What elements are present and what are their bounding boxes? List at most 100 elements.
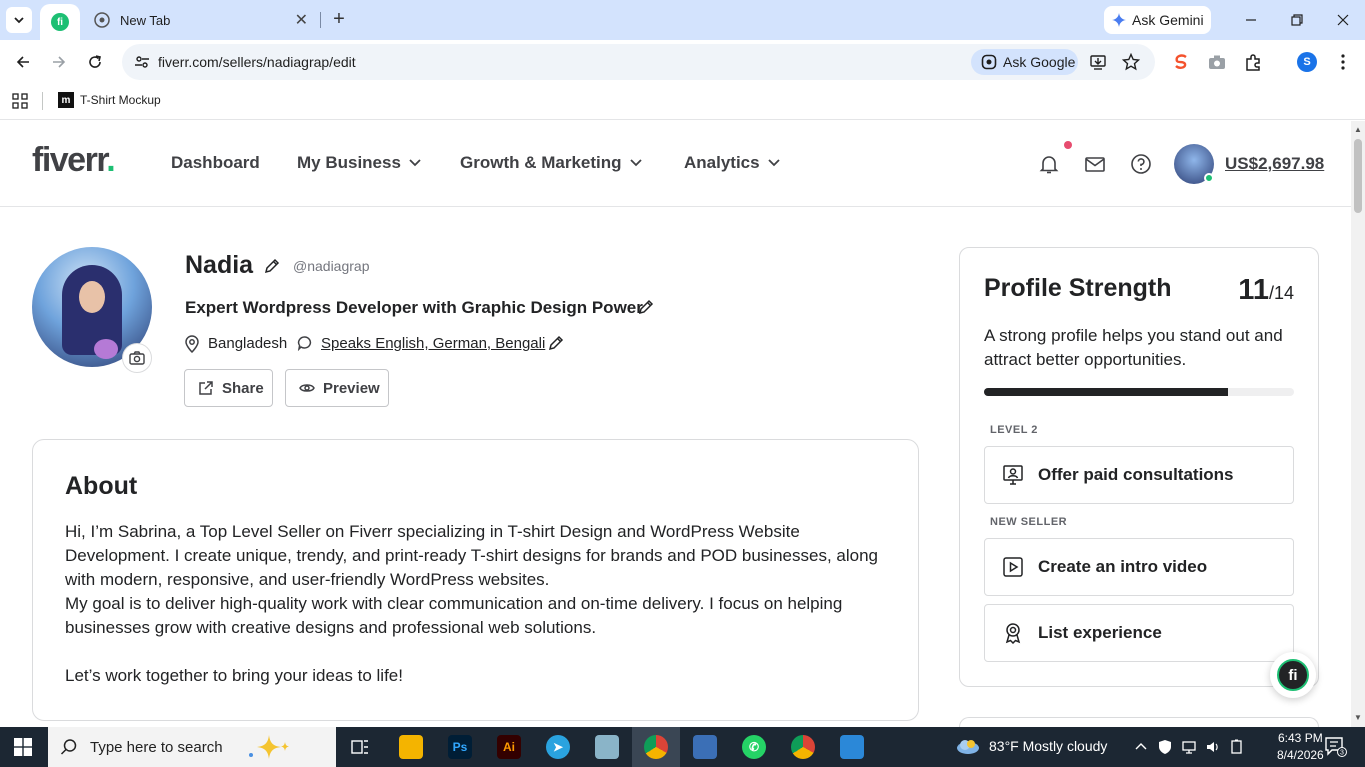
apps-grid-icon[interactable] (12, 93, 28, 109)
tab-fiverr[interactable]: fi (40, 4, 80, 40)
change-photo-button[interactable] (122, 343, 152, 373)
edit-tagline-pencil-icon[interactable] (638, 299, 654, 315)
tab-title: New Tab (120, 12, 171, 28)
new-seller-label: NEW SELLER (990, 516, 1068, 528)
task-list-experience[interactable]: List experience (984, 604, 1294, 662)
weather-widget[interactable]: 83°F Mostly cloudy (955, 737, 1107, 755)
about-paragraph: Hi, I’m Sabrina, a Top Level Seller on F… (65, 522, 878, 589)
site-header: fiverr. Dashboard My Business Growth & M… (0, 121, 1351, 207)
tab-search-button[interactable] (6, 7, 32, 33)
battery-icon[interactable] (1229, 739, 1245, 755)
bell-icon[interactable] (1038, 153, 1060, 175)
share-button[interactable]: Share (184, 369, 273, 407)
award-badge-icon (1005, 623, 1021, 644)
extensions-puzzle-icon[interactable] (1243, 52, 1263, 72)
photos-icon[interactable] (840, 735, 864, 759)
camera-extension-icon[interactable] (1207, 52, 1227, 72)
task-view-icon[interactable] (350, 737, 370, 757)
ask-gemini-label: Ask Gemini (1132, 12, 1204, 28)
windows-taskbar: Type here to search Ps Ai ➤ ✆ 83°F Mostl… (0, 727, 1365, 767)
new-tab-button[interactable]: + (328, 8, 350, 30)
install-app-icon[interactable] (1089, 53, 1107, 71)
balance-link[interactable]: US$2,697.98 (1225, 154, 1324, 174)
url-text[interactable]: fiverr.com/sellers/nadiagrap/edit (158, 54, 356, 70)
illustrator-icon[interactable]: Ai (497, 735, 521, 759)
weather-text: 83°F Mostly cloudy (989, 738, 1108, 754)
preview-button[interactable]: Preview (285, 369, 389, 407)
nav-dashboard[interactable]: Dashboard (171, 153, 260, 173)
taskbar-search[interactable]: Type here to search (48, 727, 336, 767)
nav-my-business[interactable]: My Business (297, 153, 421, 173)
ask-google-button[interactable]: Ask Google (971, 49, 1078, 75)
gemini-star-icon (1112, 13, 1126, 27)
restore-button[interactable] (1285, 8, 1309, 32)
close-tab-icon[interactable]: ✕ (295, 10, 308, 30)
profile-languages-link[interactable]: Speaks English, German, Bengali (321, 335, 545, 352)
page-scrollbar[interactable]: ▲ ▼ (1351, 121, 1365, 727)
profile-name: Nadia (185, 251, 254, 279)
about-paragraph: Let’s work together to bring your ideas … (65, 666, 403, 685)
chevron-down-icon (409, 159, 421, 167)
minimize-icon (1246, 19, 1256, 21)
about-card: About Hi, I’m Sabrina, a Top Level Selle… (32, 439, 919, 721)
scroll-down-arrow-icon[interactable]: ▼ (1354, 713, 1362, 722)
nav-label: My Business (297, 153, 401, 172)
extension-s-icon[interactable] (1171, 52, 1191, 72)
telegram-icon[interactable]: ➤ (546, 735, 570, 759)
chevron-down-icon (14, 17, 24, 24)
chrome-profile-avatar[interactable]: S (1297, 52, 1317, 72)
omnibox[interactable]: fiverr.com/sellers/nadiagrap/edit Ask Go… (122, 44, 1155, 80)
chrome-profile-taskbar-icon[interactable] (791, 735, 815, 759)
scroll-thumb[interactable] (1354, 139, 1362, 213)
whatsapp-icon[interactable]: ✆ (742, 735, 766, 759)
bookmark-star-icon[interactable] (1122, 53, 1140, 71)
photoshop-icon[interactable]: Ps (448, 735, 472, 759)
help-icon[interactable] (1130, 153, 1152, 175)
nav-analytics[interactable]: Analytics (684, 153, 780, 173)
logo-dot: . (106, 141, 115, 179)
task-offer-consultations[interactable]: Offer paid consultations (984, 446, 1294, 504)
taskbar-clock[interactable]: 6:43 PM 8/4/2026 (1277, 730, 1324, 764)
forward-button[interactable] (47, 50, 71, 74)
back-button[interactable] (11, 50, 35, 74)
tab-new-tab[interactable]: New Tab ✕ (84, 4, 320, 36)
volume-icon[interactable] (1205, 739, 1221, 755)
bookmarks-bar: m T-Shirt Mockup (0, 84, 1365, 120)
strength-title: Profile Strength (984, 274, 1172, 302)
arrow-left-icon (16, 56, 29, 68)
network-icon[interactable] (1181, 739, 1197, 755)
scroll-up-arrow-icon[interactable]: ▲ (1354, 125, 1362, 134)
action-center-button[interactable]: 3 (1325, 737, 1347, 757)
fiverr-favicon-icon: fi (51, 13, 69, 31)
security-shield-icon[interactable] (1157, 739, 1173, 755)
bookmark-tshirt-mockup[interactable]: m T-Shirt Mockup (58, 92, 161, 108)
chrome-icon (94, 12, 110, 28)
chrome-taskbar-icon[interactable] (644, 735, 668, 759)
nav-growth-marketing[interactable]: Growth & Marketing (460, 153, 642, 173)
fiverr-logo[interactable]: fiverr. (32, 141, 116, 180)
remote-desktop-icon[interactable] (693, 735, 717, 759)
file-explorer-icon[interactable] (399, 735, 423, 759)
notification-dot (1064, 141, 1072, 149)
reload-button[interactable] (83, 50, 107, 74)
minimize-button[interactable] (1239, 8, 1263, 32)
notepad-icon[interactable] (595, 735, 619, 759)
bookmark-favicon-icon: m (58, 92, 74, 108)
clock-time: 6:43 PM (1278, 731, 1323, 745)
ask-gemini-button[interactable]: Ask Gemini (1104, 6, 1211, 34)
close-window-button[interactable] (1331, 8, 1355, 32)
edit-languages-pencil-icon[interactable] (548, 335, 564, 351)
strength-progress-bar (984, 388, 1294, 396)
task-intro-video[interactable]: Create an intro video (984, 538, 1294, 596)
mail-icon[interactable] (1084, 153, 1106, 175)
edit-name-pencil-icon[interactable] (264, 258, 280, 274)
tray-chevron-up-icon[interactable] (1133, 739, 1149, 755)
clock-date: 8/4/2026 (1277, 748, 1324, 762)
video-play-icon (1003, 557, 1023, 577)
task-label: List experience (1038, 623, 1162, 642)
fiverr-assistant-button[interactable]: fi (1270, 652, 1316, 698)
consultation-icon (1003, 465, 1023, 485)
search-highlight-icon (248, 735, 289, 759)
chrome-menu-icon[interactable] (1333, 52, 1353, 72)
windows-start-icon[interactable] (14, 738, 32, 756)
